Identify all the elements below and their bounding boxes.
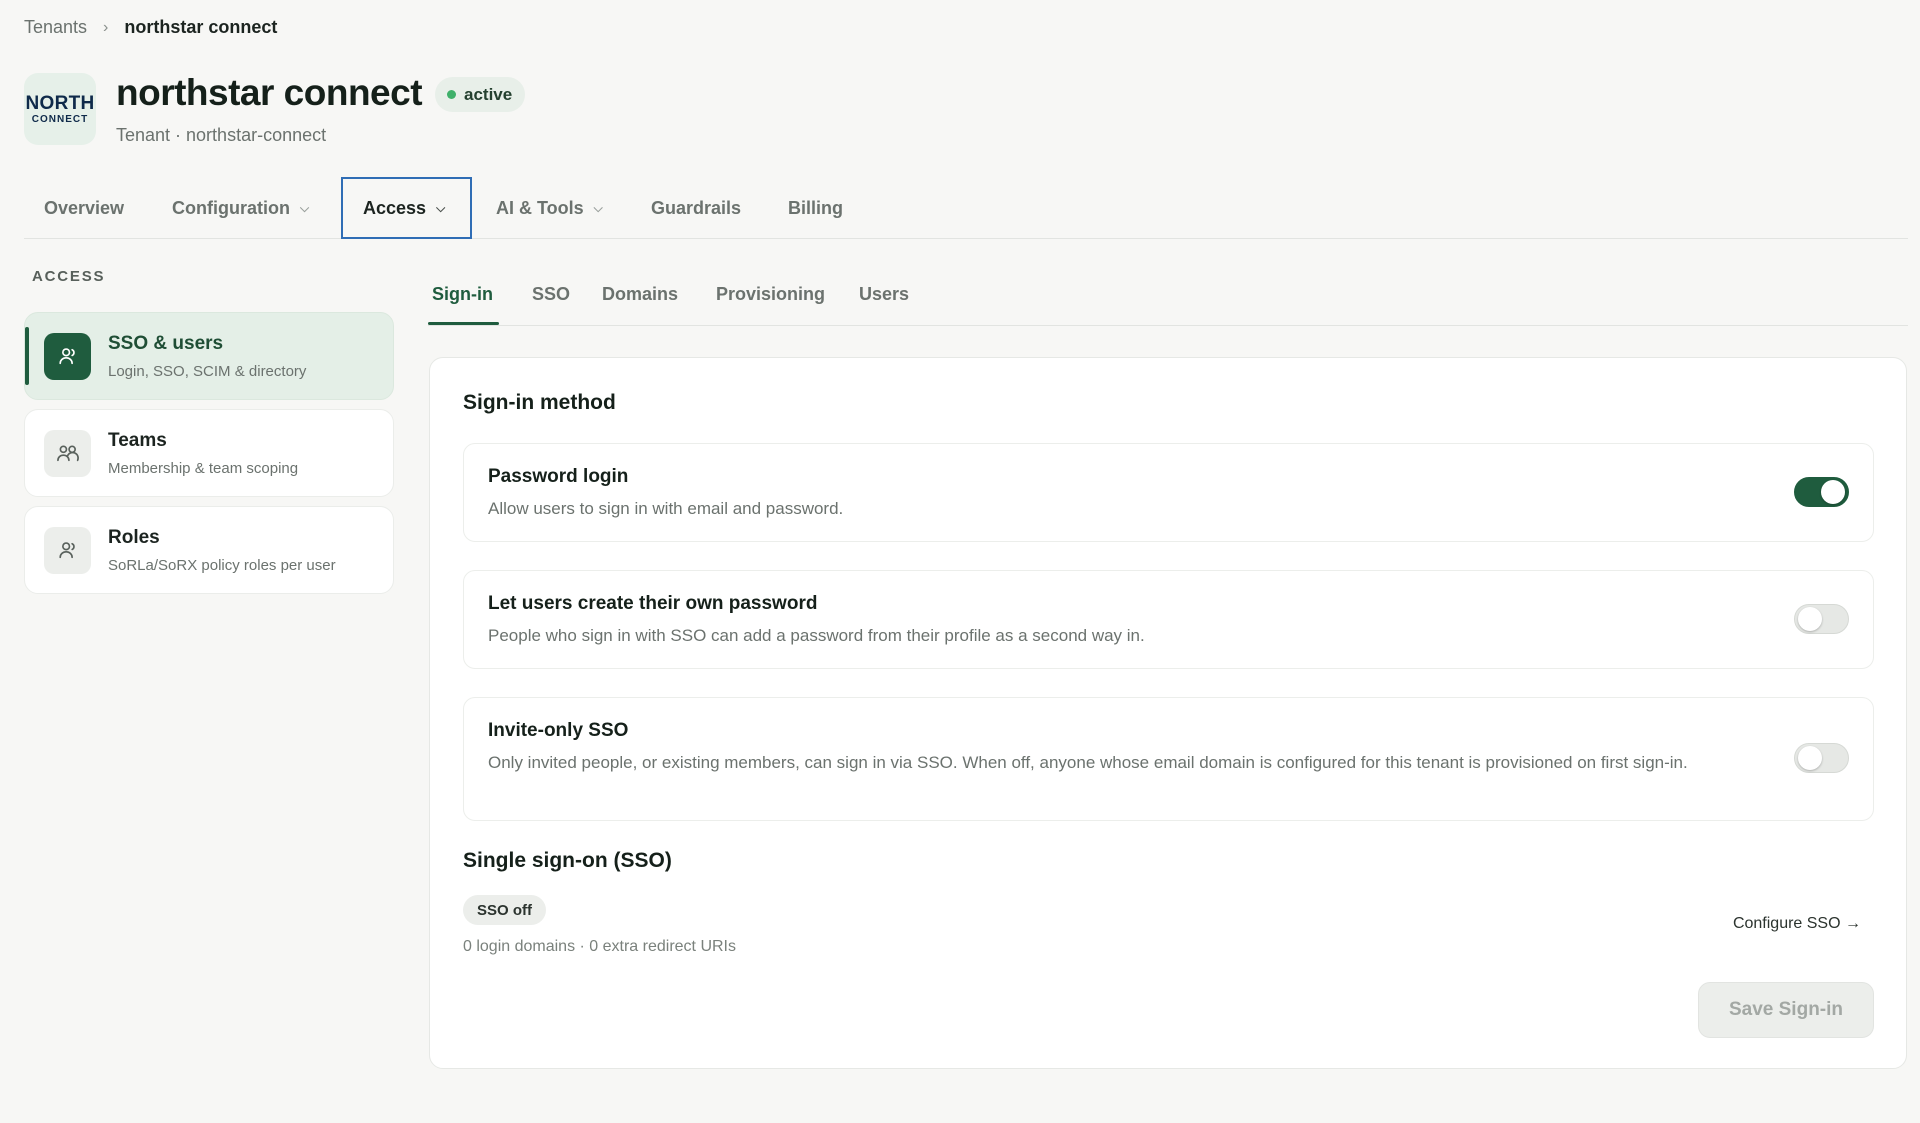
section-title-sign-in-method: Sign-in method (463, 391, 616, 414)
sidebar-item-desc: Membership & team scoping (108, 459, 299, 477)
tab-label: Overview (44, 197, 125, 218)
setting-description: Allow users to sign in with email and pa… (488, 499, 844, 518)
page-subtitle: Tenant · northstar-connect (116, 125, 327, 145)
breadcrumb: Tenants › northstar connect (24, 17, 277, 38)
chevron-right-icon: › (103, 18, 109, 36)
sign-in-panel: Sign-in method Password login Allow user… (429, 357, 1907, 1069)
setting-title: Password login (488, 466, 629, 487)
password-login-toggle[interactable] (1794, 477, 1849, 507)
setting-description: People who sign in with SSO can add a pa… (488, 626, 1145, 645)
tab-configuration[interactable]: Configuration ⌵ (172, 177, 309, 239)
tenant-logo-line2: CONNECT (31, 113, 89, 125)
active-subtab-indicator (428, 322, 499, 325)
toggle-knob (1798, 746, 1822, 770)
sidebar-item-sso-users[interactable]: SSO & users Login, SSO, SCIM & directory (24, 312, 394, 400)
tab-billing[interactable]: Billing (788, 177, 843, 239)
chevron-down-icon: ⌵ (299, 200, 310, 215)
subtab-provisioning[interactable]: Provisioning (716, 284, 825, 305)
tab-ai-tools[interactable]: AI & Tools ⌵ (496, 177, 603, 239)
sidebar-item-roles[interactable]: Roles SoRLa/SoRX policy roles per user (24, 506, 394, 594)
create-own-password-toggle[interactable] (1794, 604, 1849, 634)
toggle-knob (1798, 607, 1822, 631)
tab-label: AI & Tools (496, 197, 584, 218)
toggle-knob (1821, 480, 1845, 504)
users-icon (44, 429, 91, 477)
status-dot-icon (447, 90, 456, 99)
status-badge-label: active (464, 84, 513, 104)
sidebar-heading: ACCESS (32, 268, 106, 285)
sidebar-item-title: Teams (108, 429, 167, 451)
subtab-domains[interactable]: Domains (602, 284, 678, 305)
section-title-sso: Single sign-on (SSO) (463, 849, 672, 872)
tenant-logo-line1: NORTH (25, 92, 95, 114)
setting-create-own-password: Let users create their own password Peop… (463, 570, 1874, 669)
status-badge: active (435, 77, 526, 112)
invite-only-sso-toggle[interactable] (1794, 743, 1849, 773)
setting-password-login: Password login Allow users to sign in wi… (463, 443, 1874, 542)
save-sign-in-button[interactable]: Save Sign-in (1698, 982, 1874, 1038)
tab-guardrails[interactable]: Guardrails (651, 177, 741, 239)
tab-label: Billing (788, 197, 843, 218)
breadcrumb-current: northstar connect (124, 17, 278, 37)
sso-summary-text: 0 login domains · 0 extra redirect URIs (463, 938, 736, 955)
subtab-sign-in[interactable]: Sign-in (432, 284, 493, 305)
page-title: northstar connect (116, 72, 423, 113)
chevron-down-icon: ⌵ (593, 200, 603, 215)
breadcrumb-tenants-link[interactable]: Tenants (24, 17, 87, 38)
user-icon (44, 526, 91, 574)
user-icon (44, 332, 91, 380)
tab-label: Access (363, 197, 427, 218)
tab-access[interactable]: Access ⌵ (341, 177, 472, 239)
subtab-users[interactable]: Users (859, 284, 909, 305)
tab-label: Configuration (172, 197, 290, 218)
access-subtabs: Sign-in SSO Domains Provisioning Users (428, 272, 1908, 326)
chevron-down-icon: ⌵ (436, 200, 446, 215)
tab-overview[interactable]: Overview (44, 177, 124, 239)
subtab-sso[interactable]: SSO (532, 284, 570, 305)
tab-label: Guardrails (651, 197, 742, 218)
setting-title: Invite-only SSO (488, 720, 629, 741)
configure-sso-link[interactable]: Configure SSO → (1733, 915, 1861, 933)
sidebar-item-title: SSO & users (108, 332, 224, 354)
sidebar-item-title: Roles (108, 526, 160, 548)
sidebar-item-teams[interactable]: Teams Membership & team scoping (24, 409, 394, 497)
tenant-logo: NORTH CONNECT (24, 73, 96, 145)
setting-invite-only-sso: Invite-only SSO Only invited people, or … (463, 697, 1874, 821)
main-tabs: Overview Configuration ⌵ Access ⌵ AI & T… (24, 177, 1908, 239)
sso-status-badge: SSO off (463, 895, 546, 925)
setting-title: Let users create their own password (488, 593, 818, 614)
sidebar-item-desc: SoRLa/SoRX policy roles per user (108, 556, 336, 574)
setting-description: Only invited people, or existing members… (488, 753, 1688, 772)
sidebar-item-desc: Login, SSO, SCIM & directory (108, 362, 307, 380)
